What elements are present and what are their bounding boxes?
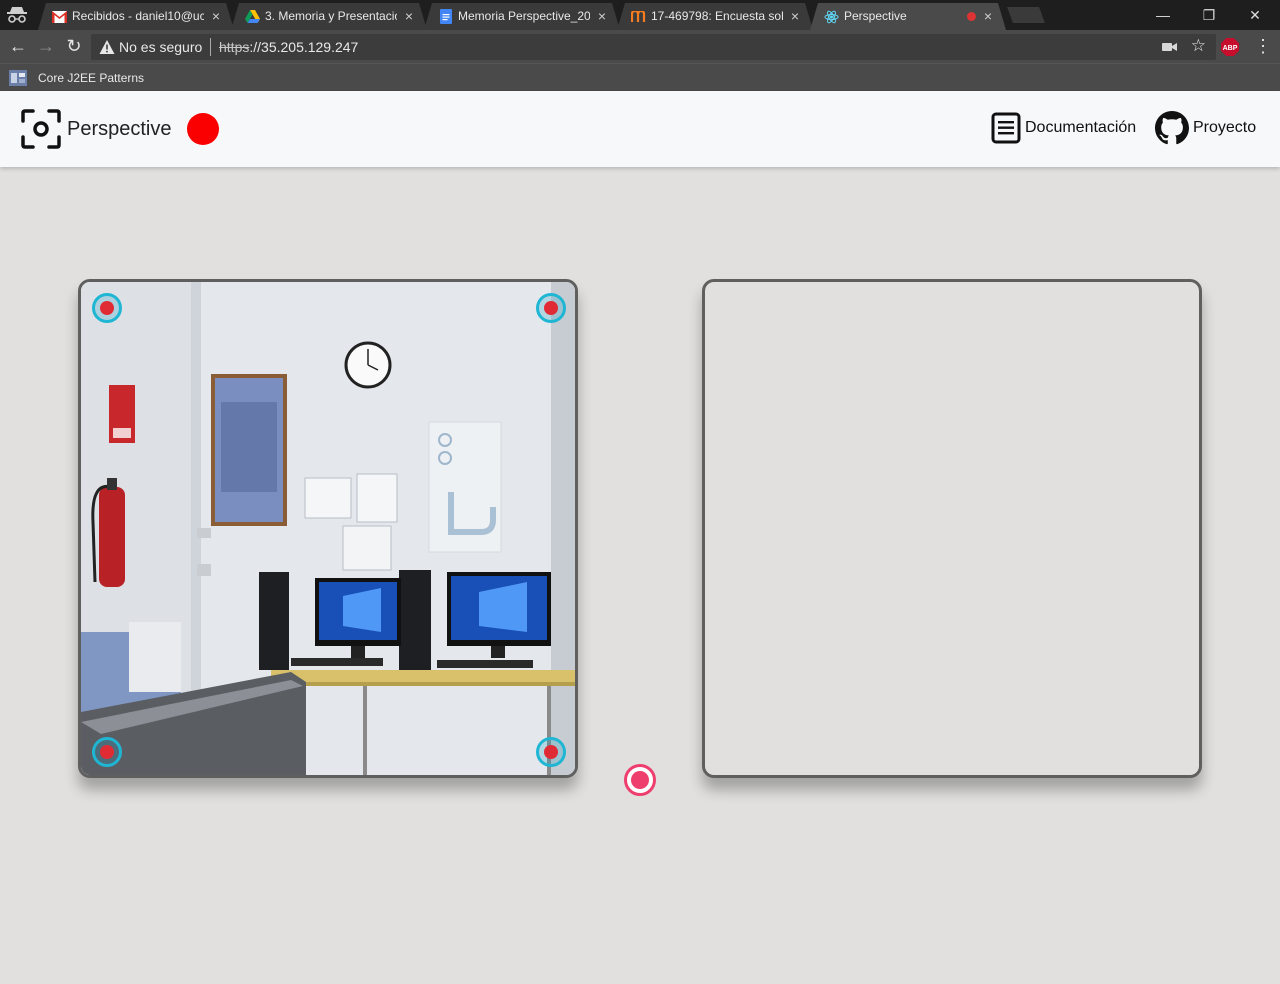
tab-drive[interactable]: 3. Memoria y Presentació × (231, 3, 427, 30)
google-docs-icon (438, 9, 453, 24)
camera-feed-panel[interactable] (78, 279, 578, 778)
browser-tab-strip: Recibidos - daniel10@uc × 3. Memoria y P… (0, 0, 1280, 30)
document-icon (991, 112, 1021, 144)
capture-button[interactable] (624, 764, 656, 796)
warning-icon (99, 40, 115, 54)
nav-documentation[interactable]: Documentación (991, 111, 1136, 145)
bookmarks-bar: Core J2EE Patterns (0, 63, 1280, 91)
back-button[interactable]: ← (8, 36, 28, 56)
adblock-plus-icon[interactable]: ABP (1221, 38, 1239, 56)
corner-handle-bottom-right[interactable] (536, 737, 566, 767)
url-text[interactable]: https://35.205.129.247 (219, 39, 358, 55)
browser-toolbar: ← → ↻ No es seguro https://35.205.129.24… (0, 30, 1280, 63)
url-scheme: https (219, 39, 250, 55)
recording-indicator-icon (967, 12, 976, 21)
bookmark-core-j2ee[interactable]: Core J2EE Patterns (9, 68, 144, 88)
bookmark-label: Core J2EE Patterns (38, 71, 145, 85)
tab-close-icon[interactable]: × (212, 7, 220, 25)
new-tab-button[interactable] (1007, 7, 1045, 23)
security-label[interactable]: No es seguro (119, 39, 202, 55)
tab-close-icon[interactable]: × (598, 7, 606, 25)
corner-handle-top-left[interactable] (92, 293, 122, 323)
corner-handle-top-right[interactable] (536, 293, 566, 323)
address-bar[interactable]: No es seguro https://35.205.129.247 ☆ (91, 34, 1216, 60)
app-header: Perspective Documentación Proyecto (0, 91, 1280, 167)
adblock-label: ABP (1223, 45, 1238, 52)
github-icon (1155, 111, 1189, 145)
app-title: Perspective (67, 117, 172, 140)
nav-project[interactable]: Proyecto (1155, 111, 1256, 145)
tab-title: 17-469798: Encuesta sob (651, 9, 783, 23)
survey-icon (631, 9, 646, 24)
tab-gmail[interactable]: Recibidos - daniel10@uc × (38, 3, 234, 30)
recording-status-dot (187, 113, 219, 145)
corner-handle-bottom-left[interactable] (92, 737, 122, 767)
tab-title: 3. Memoria y Presentació (265, 9, 397, 23)
tab-close-icon[interactable]: × (405, 7, 413, 25)
brand[interactable]: Perspective (21, 109, 172, 149)
tab-close-icon[interactable]: × (984, 7, 992, 25)
google-drive-icon (245, 9, 260, 24)
url-host: ://35.205.129.247 (249, 39, 359, 55)
camera-icon[interactable] (1162, 40, 1178, 54)
reload-button[interactable]: ↻ (64, 36, 84, 56)
restore-button[interactable]: ❐ (1186, 0, 1232, 30)
minimize-button[interactable]: — (1140, 0, 1186, 30)
react-icon (824, 9, 839, 24)
page-icon (9, 70, 27, 86)
forward-button[interactable]: → (36, 36, 56, 56)
tab-survey[interactable]: 17-469798: Encuesta sob × (617, 3, 813, 30)
tab-docs[interactable]: Memoria Perspective_201 × (424, 3, 620, 30)
nav-project-label: Proyecto (1193, 119, 1257, 136)
close-window-button[interactable]: ✕ (1232, 0, 1278, 30)
tab-perspective[interactable]: Perspective × (810, 3, 1006, 30)
camera-focus-icon (21, 109, 61, 149)
tab-close-icon[interactable]: × (791, 7, 799, 25)
address-separator (210, 38, 211, 56)
tab-title: Recibidos - daniel10@uc (72, 9, 204, 23)
bookmark-star-icon[interactable]: ☆ (1191, 36, 1206, 56)
tab-title: Memoria Perspective_201 (458, 9, 590, 23)
gmail-icon (52, 9, 67, 24)
perspective-result-panel (702, 279, 1202, 778)
nav-documentation-label: Documentación (1025, 119, 1137, 136)
incognito-icon (7, 7, 27, 23)
tab-title: Perspective (844, 9, 907, 23)
browser-menu-icon[interactable]: ⋮ (1254, 36, 1272, 56)
camera-feed-image (81, 282, 575, 775)
